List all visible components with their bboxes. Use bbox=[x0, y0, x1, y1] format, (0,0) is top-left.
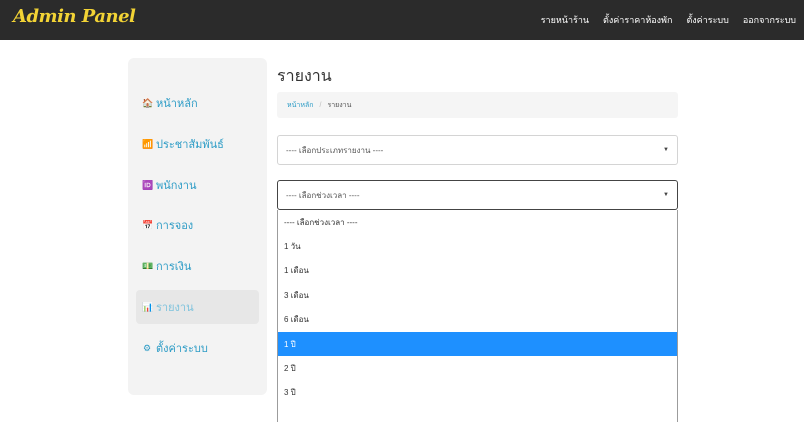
page-title: รายงาน bbox=[277, 68, 332, 85]
money-icon: 💵 bbox=[142, 260, 154, 271]
nav-link-room-prices[interactable]: ตั้งค่าราคาห้องพัก bbox=[603, 13, 672, 27]
period-option-highlighted[interactable]: 1 ปี bbox=[278, 331, 677, 357]
period-select[interactable]: ---- เลือกช่วงเวลา ---- ▼ bbox=[277, 180, 678, 210]
sidebar-item-settings[interactable]: ⚙ ตั้งค่าระบบ bbox=[136, 331, 259, 365]
period-dropdown-list: ---- เลือกช่วงเวลา ---- 1 วัน 1 เดือน 3 … bbox=[277, 210, 678, 422]
period-option[interactable]: 6 เดือน bbox=[278, 308, 677, 332]
rss-icon: 📶 bbox=[142, 138, 154, 149]
calendar-icon: 📅 bbox=[142, 219, 154, 230]
nav-link-storefront[interactable]: รายหน้าร้าน bbox=[541, 13, 589, 27]
breadcrumb: หน้าหลัก / รายงาน bbox=[277, 92, 678, 118]
breadcrumb-current: รายงาน bbox=[327, 101, 352, 109]
period-option[interactable]: 1 วัน bbox=[278, 234, 677, 258]
nav-link-settings[interactable]: ตั้งค่าระบบ bbox=[686, 13, 728, 27]
period-option[interactable]: 3 ปี bbox=[278, 381, 677, 405]
report-type-value: ---- เลือกประเภทรายงาน ---- bbox=[286, 145, 384, 155]
chevron-down-icon: ▼ bbox=[663, 147, 669, 153]
sidebar: 🏠 หน้าหลัก 📶 ประชาสัมพันธ์ 🆔 พนักงาน 📅 ก… bbox=[128, 58, 267, 395]
period-option[interactable]: 1 เดือน bbox=[278, 259, 677, 283]
report-type-select[interactable]: ---- เลือกประเภทรายงาน ---- ▼ bbox=[277, 135, 678, 165]
sidebar-item-label: การจอง bbox=[156, 220, 194, 232]
sidebar-item-news[interactable]: 📶 ประชาสัมพันธ์ bbox=[136, 127, 259, 161]
chevron-down-icon: ▼ bbox=[663, 192, 669, 198]
sidebar-item-reports[interactable]: 📊 รายงาน bbox=[136, 290, 259, 324]
breadcrumb-separator: / bbox=[319, 101, 322, 109]
period-option[interactable]: ---- เลือกช่วงเวลา ---- bbox=[278, 210, 677, 234]
chart-icon: 📊 bbox=[142, 301, 154, 312]
id-card-icon: 🆔 bbox=[142, 179, 154, 190]
sidebar-item-label: หน้าหลัก bbox=[156, 98, 198, 110]
sidebar-item-label: การเงิน bbox=[156, 261, 192, 273]
gear-icon: ⚙ bbox=[142, 342, 152, 353]
brand-logo[interactable]: Admin Panel bbox=[13, 6, 136, 27]
sidebar-item-finance[interactable]: 💵 การเงิน bbox=[136, 249, 259, 283]
home-icon: 🏠 bbox=[142, 97, 154, 108]
period-value: ---- เลือกช่วงเวลา ---- bbox=[286, 190, 360, 200]
sidebar-item-staff[interactable]: 🆔 พนักงาน bbox=[136, 168, 259, 202]
sidebar-item-label: ประชาสัมพันธ์ bbox=[156, 139, 224, 151]
sidebar-item-label: ตั้งค่าระบบ bbox=[156, 343, 208, 355]
breadcrumb-home-link[interactable]: หน้าหลัก bbox=[287, 100, 313, 111]
nav-links: รายหน้าร้าน ตั้งค่าราคาห้องพัก ตั้งค่าระ… bbox=[541, 0, 796, 40]
top-navbar: Admin Panel รายหน้าร้าน ตั้งค่าราคาห้องพ… bbox=[0, 0, 804, 40]
nav-link-logout[interactable]: ออกจากระบบ bbox=[743, 13, 796, 27]
period-option[interactable]: 3 เดือน bbox=[278, 283, 677, 307]
sidebar-item-home[interactable]: 🏠 หน้าหลัก bbox=[136, 86, 259, 120]
sidebar-item-booking[interactable]: 📅 การจอง bbox=[136, 208, 259, 242]
sidebar-item-label: พนักงาน bbox=[156, 180, 197, 192]
period-option[interactable]: 2 ปี bbox=[278, 356, 677, 380]
sidebar-item-label: รายงาน bbox=[156, 302, 194, 314]
